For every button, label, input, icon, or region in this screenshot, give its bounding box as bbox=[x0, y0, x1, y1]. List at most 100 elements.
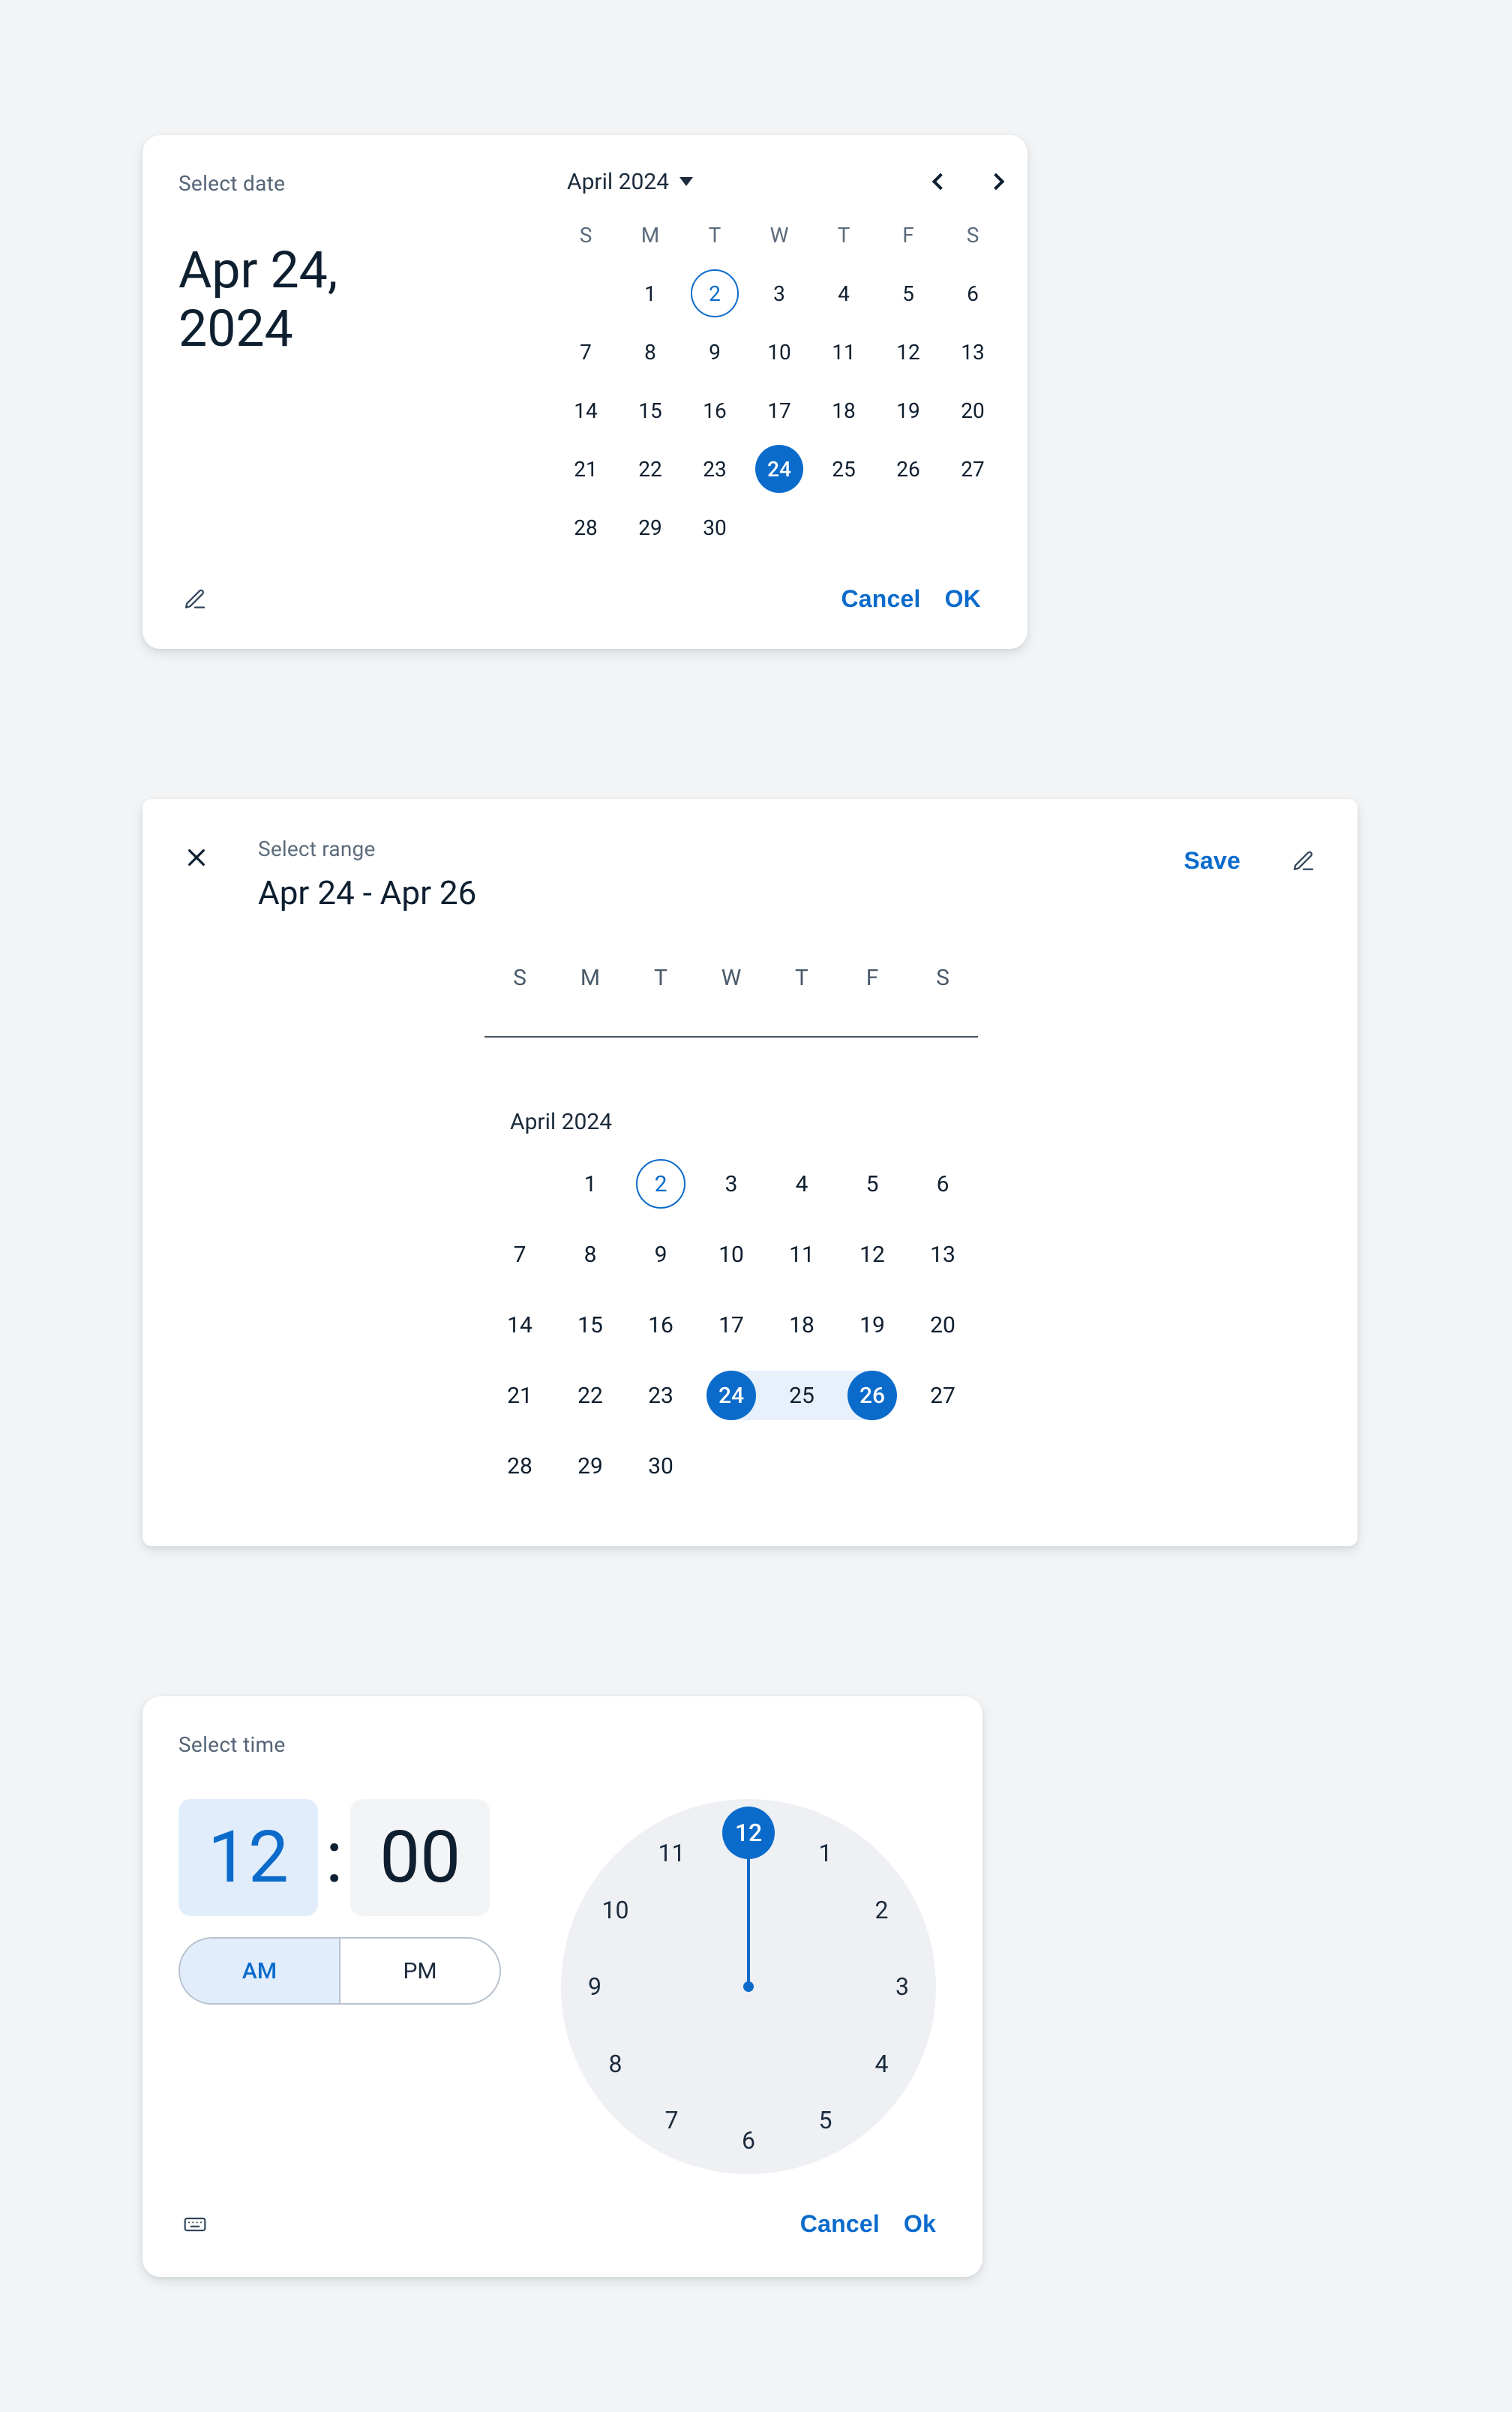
clock-hour[interactable]: 7 bbox=[646, 2094, 698, 2146]
calendar-day[interactable]: 17 bbox=[755, 386, 803, 434]
calendar-day[interactable]: 4 bbox=[820, 269, 868, 317]
calendar-day[interactable]: 6 bbox=[918, 1159, 968, 1209]
calendar-day[interactable]: 21 bbox=[562, 445, 610, 493]
calendar-day[interactable]: 7 bbox=[495, 1230, 544, 1279]
clock-hour[interactable]: 6 bbox=[722, 2114, 775, 2167]
calendar-day[interactable]: 18 bbox=[777, 1300, 826, 1350]
calendar-day[interactable]: 15 bbox=[626, 386, 674, 434]
calendar-day[interactable]: 13 bbox=[918, 1230, 968, 1279]
calendar-day[interactable]: 27 bbox=[949, 445, 997, 493]
clock-hour[interactable]: 8 bbox=[589, 2038, 641, 2090]
clock-hour[interactable]: 9 bbox=[568, 1960, 621, 2013]
calendar-day[interactable]: 13 bbox=[949, 328, 997, 376]
calendar-day[interactable]: 16 bbox=[691, 386, 739, 434]
calendar-day[interactable]: 16 bbox=[636, 1300, 686, 1350]
minute-input[interactable]: 00 bbox=[350, 1799, 490, 1916]
calendar-day[interactable]: 15 bbox=[566, 1300, 615, 1350]
month-label: April 2024 bbox=[567, 169, 669, 195]
cancel-button[interactable]: Cancel bbox=[790, 2204, 890, 2244]
calendar-day[interactable]: 8 bbox=[566, 1230, 615, 1279]
calendar-day[interactable]: 22 bbox=[566, 1371, 615, 1420]
weekday-header: T bbox=[626, 965, 696, 991]
calendar-day[interactable]: 24 bbox=[755, 445, 803, 493]
calendar-day[interactable]: 19 bbox=[848, 1300, 897, 1350]
calendar-day[interactable]: 27 bbox=[918, 1371, 968, 1420]
calendar-day[interactable]: 4 bbox=[777, 1159, 826, 1209]
am-button[interactable]: AM bbox=[180, 1939, 339, 2003]
calendar-day[interactable]: 24 bbox=[706, 1371, 756, 1420]
calendar-day[interactable]: 30 bbox=[636, 1441, 686, 1491]
clock-face[interactable]: 12 12 3 45678 9 1011 bbox=[561, 1799, 936, 2174]
calendar-day[interactable]: 5 bbox=[884, 269, 932, 317]
calendar-day[interactable]: 2 bbox=[691, 269, 739, 317]
keyboard-icon[interactable] bbox=[178, 2208, 212, 2241]
calendar-day[interactable]: 26 bbox=[884, 445, 932, 493]
range-headline: Apr 24 - Apr 26 bbox=[258, 873, 1173, 912]
calendar-day[interactable]: 11 bbox=[820, 328, 868, 376]
next-month-button[interactable] bbox=[988, 173, 1005, 191]
calendar-day[interactable]: 1 bbox=[566, 1159, 615, 1209]
calendar-day[interactable]: 9 bbox=[691, 328, 739, 376]
range-supporting-text: Select range bbox=[258, 837, 1173, 861]
calendar-day[interactable]: 19 bbox=[884, 386, 932, 434]
calendar-day[interactable]: 17 bbox=[706, 1300, 756, 1350]
calendar-day[interactable]: 29 bbox=[566, 1441, 615, 1491]
previous-month-button[interactable] bbox=[932, 173, 950, 191]
clock-hour[interactable]: 1 bbox=[800, 1827, 852, 1879]
pm-button[interactable]: PM bbox=[339, 1939, 500, 2003]
clock-hour[interactable]: 12 bbox=[722, 1807, 775, 1859]
calendar-day[interactable]: 28 bbox=[495, 1441, 544, 1491]
calendar-day[interactable]: 7 bbox=[562, 328, 610, 376]
calendar-day[interactable]: 22 bbox=[626, 445, 674, 493]
clock-hour[interactable]: 10 bbox=[589, 1884, 641, 1936]
calendar-day[interactable]: 25 bbox=[820, 445, 868, 493]
calendar-day[interactable]: 14 bbox=[562, 386, 610, 434]
calendar-day[interactable]: 3 bbox=[755, 269, 803, 317]
clock-hour[interactable]: 5 bbox=[800, 2094, 852, 2146]
time-supporting-text: Select time bbox=[178, 1732, 946, 1757]
calendar-day[interactable]: 29 bbox=[626, 503, 674, 551]
calendar-day[interactable]: 6 bbox=[949, 269, 997, 317]
date-picker-headline: Apr 24, 2024 bbox=[178, 241, 554, 358]
calendar-day[interactable]: 11 bbox=[777, 1230, 826, 1279]
weekday-header: F bbox=[902, 223, 914, 248]
calendar-day[interactable]: 5 bbox=[848, 1159, 897, 1209]
ok-button[interactable]: Ok bbox=[893, 2204, 946, 2244]
calendar-day[interactable]: 14 bbox=[495, 1300, 544, 1350]
calendar-day[interactable]: 1 bbox=[626, 269, 674, 317]
calendar-day[interactable]: 9 bbox=[636, 1230, 686, 1279]
calendar-day[interactable]: 10 bbox=[706, 1230, 756, 1279]
calendar-day[interactable]: 10 bbox=[755, 328, 803, 376]
clock-hour[interactable]: 2 bbox=[856, 1884, 908, 1936]
clock-hour[interactable]: 3 bbox=[876, 1960, 928, 2013]
hour-input[interactable]: 12 bbox=[178, 1799, 318, 1916]
calendar-day[interactable]: 18 bbox=[820, 386, 868, 434]
close-icon[interactable] bbox=[180, 841, 213, 874]
save-button[interactable]: Save bbox=[1173, 841, 1251, 881]
date-picker-dialog: Select date Apr 24, 2024 April 2024 SMTW… bbox=[142, 135, 1028, 649]
calendar-day[interactable]: 12 bbox=[884, 328, 932, 376]
calendar-day[interactable]: 8 bbox=[626, 328, 674, 376]
calendar-day[interactable]: 23 bbox=[691, 445, 739, 493]
calendar-day[interactable]: 21 bbox=[495, 1371, 544, 1420]
calendar-day[interactable]: 28 bbox=[562, 503, 610, 551]
weekday-header: M bbox=[555, 965, 626, 991]
weekday-header: S bbox=[967, 223, 980, 248]
clock-hour[interactable]: 4 bbox=[856, 2038, 908, 2090]
calendar-day[interactable]: 3 bbox=[706, 1159, 756, 1209]
edit-icon[interactable] bbox=[1287, 845, 1320, 878]
calendar-day[interactable]: 30 bbox=[691, 503, 739, 551]
calendar-day[interactable]: 25 bbox=[777, 1371, 826, 1420]
clock-center bbox=[743, 1981, 754, 1992]
calendar-day[interactable]: 2 bbox=[636, 1159, 686, 1209]
calendar-day[interactable]: 12 bbox=[848, 1230, 897, 1279]
calendar-day[interactable]: 20 bbox=[918, 1300, 968, 1350]
ok-button[interactable]: OK bbox=[934, 579, 992, 619]
cancel-button[interactable]: Cancel bbox=[830, 579, 931, 619]
calendar-day[interactable]: 26 bbox=[848, 1371, 897, 1420]
clock-hour[interactable]: 11 bbox=[646, 1827, 698, 1879]
calendar-day[interactable]: 23 bbox=[636, 1371, 686, 1420]
calendar-day[interactable]: 20 bbox=[949, 386, 997, 434]
month-select-button[interactable]: April 2024 bbox=[567, 169, 693, 195]
edit-icon[interactable] bbox=[178, 583, 212, 616]
